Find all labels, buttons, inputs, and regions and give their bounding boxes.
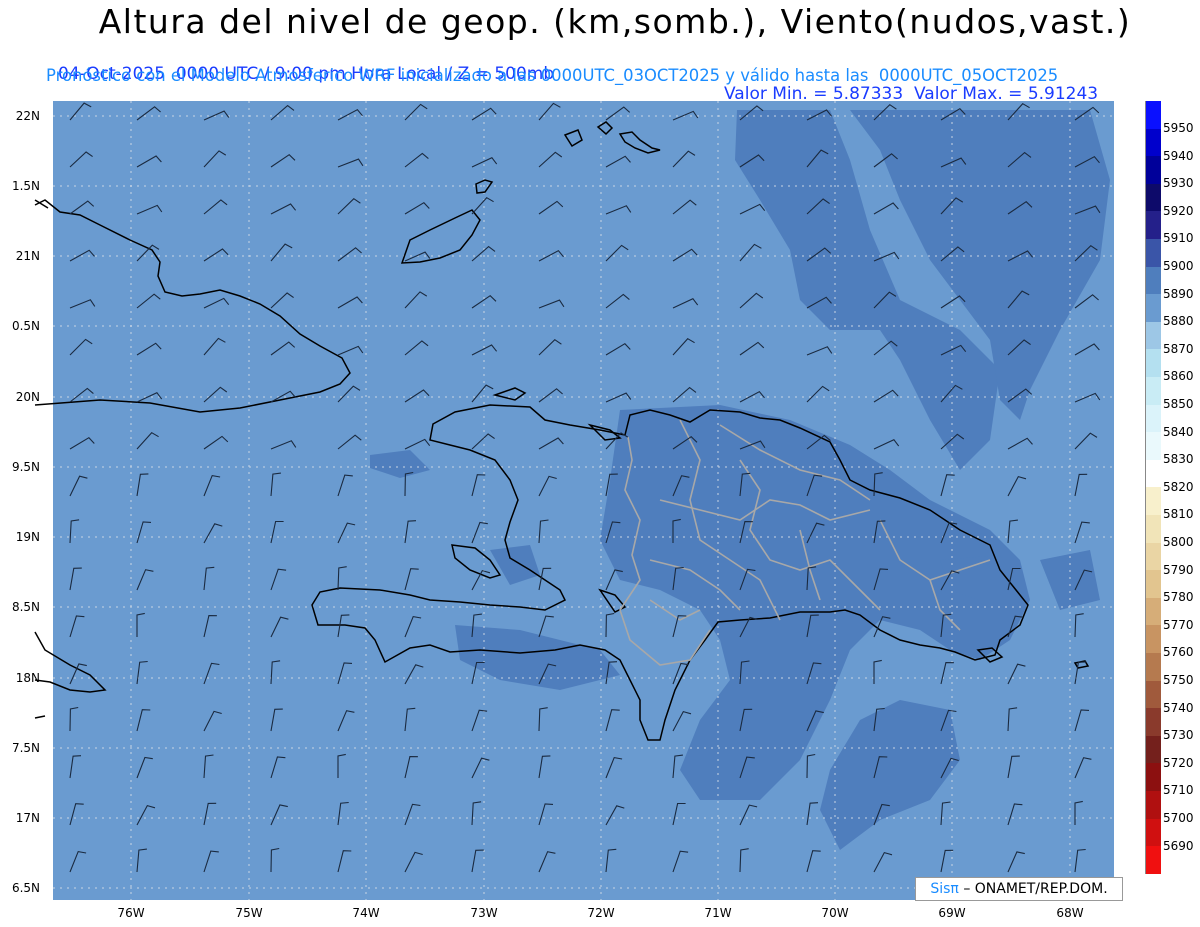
lat-label: 22N bbox=[15, 109, 40, 123]
colorbar-label: 5840 bbox=[1163, 424, 1194, 439]
lon-label: 75W bbox=[235, 906, 263, 920]
lon-label: 74W bbox=[352, 906, 380, 920]
colorbar-label: 5830 bbox=[1163, 452, 1194, 467]
colorbar-swatch bbox=[1145, 101, 1161, 130]
colorbar-swatch bbox=[1145, 763, 1161, 792]
colorbar-swatch bbox=[1145, 321, 1161, 350]
geopotential-map bbox=[34, 101, 1114, 900]
colorbar-swatch bbox=[1145, 294, 1161, 323]
colorbar-label: 5700 bbox=[1163, 811, 1194, 825]
lon-label: 70W bbox=[821, 906, 849, 920]
colorbar-swatch bbox=[1145, 625, 1161, 654]
colorbar-swatch bbox=[1145, 846, 1161, 875]
colorbar-label: 5780 bbox=[1163, 590, 1194, 605]
logo-prefix: Sisπ bbox=[930, 881, 959, 897]
logo-text: – ONAMET/REP.DOM. bbox=[963, 881, 1108, 897]
colorbar-swatch bbox=[1145, 791, 1161, 820]
lat-label: 19N bbox=[15, 530, 40, 544]
colorbar-swatch bbox=[1145, 597, 1161, 626]
colorbar-label: 5900 bbox=[1163, 259, 1194, 273]
colorbar-swatch bbox=[1145, 653, 1161, 682]
lat-label: 18N bbox=[15, 671, 40, 685]
lat-label: 7.5N bbox=[11, 741, 40, 755]
lat-label: 21N bbox=[15, 249, 40, 263]
colorbar-label: 5690 bbox=[1163, 838, 1194, 853]
colorbar-label: 5930 bbox=[1163, 176, 1194, 191]
colorbar-label: 5860 bbox=[1163, 369, 1194, 384]
lon-label: 72W bbox=[587, 906, 615, 920]
colorbar-swatch bbox=[1145, 708, 1161, 737]
colorbar-swatch bbox=[1145, 266, 1161, 295]
lat-label: 9.5N bbox=[11, 460, 40, 474]
colorbar-swatch bbox=[1145, 542, 1161, 571]
lat-label: 0.5N bbox=[11, 319, 40, 333]
lon-label: 73W bbox=[470, 906, 498, 920]
colorbar-label: 5890 bbox=[1163, 286, 1194, 301]
colorbar-label: 5810 bbox=[1163, 507, 1194, 522]
colorbar-label: 5870 bbox=[1163, 341, 1194, 356]
lon-label: 76W bbox=[117, 906, 145, 920]
lat-label: 17N bbox=[15, 811, 40, 825]
colorbar-label: 5710 bbox=[1163, 783, 1194, 798]
colorbar-swatch bbox=[1145, 128, 1161, 157]
logo-sispi: Sisπ – ONAMET/REP.DOM. bbox=[915, 877, 1123, 901]
colorbar-label: 5880 bbox=[1163, 314, 1194, 329]
colorbar-label: 5770 bbox=[1163, 617, 1194, 632]
lat-label: 1.5N bbox=[11, 179, 40, 193]
lon-label: 68W bbox=[1056, 906, 1084, 920]
colorbar-label: 5730 bbox=[1163, 728, 1194, 743]
lat-label: 8.5N bbox=[11, 600, 40, 614]
colorbar-swatch bbox=[1145, 487, 1161, 516]
colorbar-swatch bbox=[1145, 211, 1161, 240]
colorbar-swatch bbox=[1145, 239, 1161, 268]
colorbar-swatch bbox=[1145, 570, 1161, 599]
colorbar-swatch bbox=[1145, 349, 1161, 378]
lat-label: 6.5N bbox=[11, 881, 40, 895]
colorbar-label: 5950 bbox=[1163, 121, 1194, 135]
colorbar-label: 5720 bbox=[1163, 755, 1194, 770]
colorbar-swatch bbox=[1145, 183, 1161, 212]
colorbar-label: 5820 bbox=[1163, 479, 1194, 494]
colorbar-swatch bbox=[1145, 735, 1161, 764]
colorbar-swatch bbox=[1145, 459, 1161, 488]
lon-label: 71W bbox=[704, 906, 732, 920]
colorbar-swatch bbox=[1145, 404, 1161, 433]
colorbar-label: 5760 bbox=[1163, 645, 1194, 660]
colorbar-swatch bbox=[1145, 377, 1161, 406]
colorbar-label: 5790 bbox=[1163, 562, 1194, 577]
colorbar-label: 5940 bbox=[1163, 148, 1194, 163]
colorbar-label: 5920 bbox=[1163, 203, 1194, 218]
colorbar-label: 5910 bbox=[1163, 231, 1194, 246]
lat-label: 20N bbox=[15, 390, 40, 404]
colorbar-label: 5850 bbox=[1163, 397, 1194, 411]
colorbar-swatch bbox=[1145, 680, 1161, 709]
colorbar-swatch bbox=[1145, 432, 1161, 461]
colorbar-swatch bbox=[1145, 818, 1161, 847]
colorbar-swatch bbox=[1145, 156, 1161, 185]
colorbar-swatch bbox=[1145, 515, 1161, 544]
colorbar-label: 5800 bbox=[1163, 535, 1194, 549]
colorbar-label: 5740 bbox=[1163, 700, 1194, 715]
colorbar-label: 5750 bbox=[1163, 673, 1194, 687]
lon-label: 69W bbox=[938, 906, 966, 920]
